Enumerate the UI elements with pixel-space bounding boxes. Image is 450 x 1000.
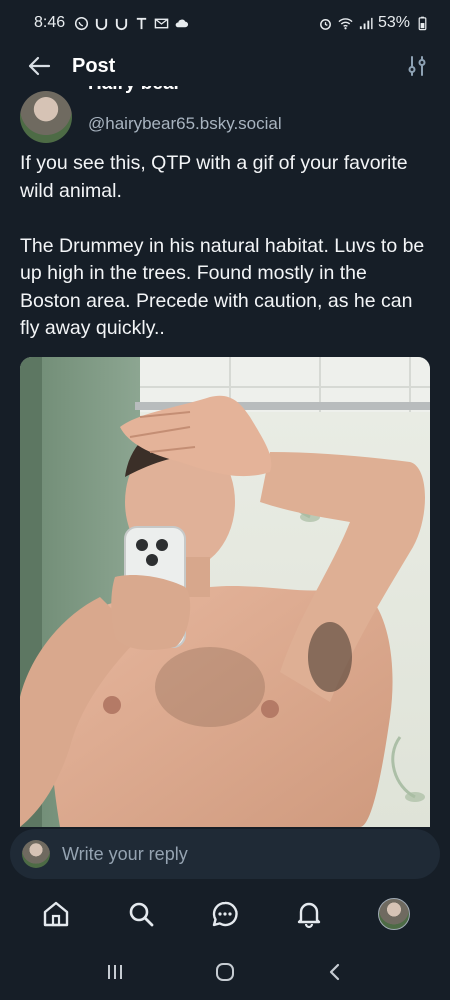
avatar[interactable] [20, 91, 72, 143]
tmobile-icon [134, 16, 149, 31]
home-circle-icon [216, 963, 234, 981]
status-time: 8:46 [34, 14, 66, 31]
post-photo [20, 357, 430, 827]
nav-chat[interactable] [205, 894, 245, 934]
notifications-icon [298, 902, 321, 929]
nav-notifications[interactable] [289, 894, 329, 934]
post-image[interactable] [20, 357, 430, 827]
page-title: Post [72, 54, 116, 77]
reply-input[interactable]: Write your reply [10, 829, 440, 879]
whatsapp-icon [74, 16, 89, 31]
author-name[interactable]: Hairy bear [88, 86, 181, 94]
post: Hairy bear @hairybear65.bsky.social If y… [0, 86, 450, 828]
arrow-left-icon [28, 56, 51, 76]
battery-percent: 53% [377, 14, 410, 31]
home-icon [43, 901, 69, 927]
status-left: 8:46 [34, 14, 189, 32]
signal-icon [358, 16, 373, 31]
search-icon [129, 902, 153, 927]
recents-icon [108, 965, 122, 979]
battery-icon [415, 16, 430, 31]
wifi-icon [338, 16, 353, 31]
post-text: If you see this, QTP with a gif of your … [20, 152, 425, 339]
profile-avatar [377, 898, 410, 930]
home-button[interactable] [205, 952, 245, 992]
sliders-icon [408, 56, 426, 76]
reply-placeholder: Write your reply [62, 843, 188, 864]
alarm-icon [318, 16, 333, 31]
android-nav-bar [0, 944, 450, 1000]
chat-icon [212, 901, 238, 927]
status-bar: 8:46 53% [0, 0, 450, 46]
back-nav-button[interactable] [315, 952, 355, 992]
app-notification-icon [94, 16, 109, 31]
bottom-nav [0, 884, 450, 944]
recents-button[interactable] [95, 952, 135, 992]
chevron-left-icon [329, 963, 340, 981]
avatar [22, 840, 50, 868]
thread-settings-button[interactable] [406, 55, 428, 77]
app-notification-icon [114, 16, 129, 31]
back-button[interactable] [26, 53, 52, 79]
status-right: 53% [318, 14, 430, 32]
post-author: Hairy bear @hairybear65.bsky.social [20, 86, 430, 143]
nav-profile[interactable] [374, 894, 414, 934]
mail-icon [154, 16, 169, 31]
nav-search[interactable] [121, 894, 161, 934]
cloud-icon [174, 16, 189, 31]
author-handle[interactable]: @hairybear65.bsky.social [88, 114, 282, 134]
post-header: Post [0, 46, 450, 86]
nav-home[interactable] [36, 894, 76, 934]
